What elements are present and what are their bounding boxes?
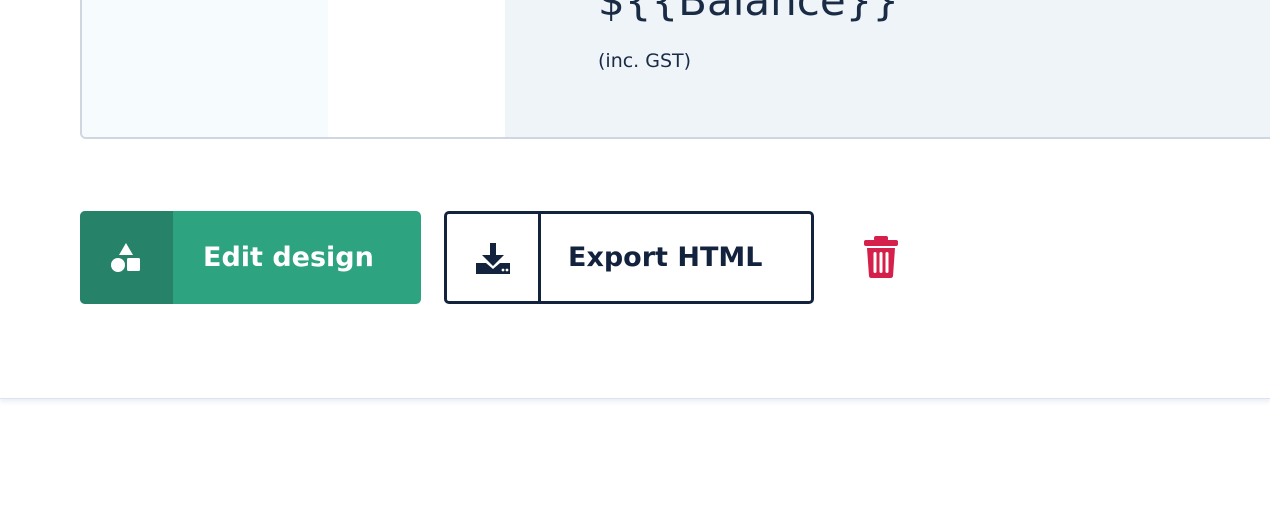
preview-column-left	[82, 0, 328, 137]
preview-column-middle	[328, 0, 505, 137]
export-html-button[interactable]: Export HTML	[444, 211, 814, 304]
edit-design-button[interactable]: Edit design	[80, 211, 421, 304]
delete-button[interactable]	[858, 233, 904, 281]
export-html-icon-box	[447, 214, 541, 301]
balance-value: ${{Balance}}	[598, 0, 900, 25]
download-icon	[476, 243, 510, 274]
preview-column-right: ${{Balance}} (inc. GST)	[505, 0, 1270, 137]
export-html-label: Export HTML	[568, 242, 763, 273]
trash-icon	[864, 236, 898, 278]
shapes-icon	[111, 243, 140, 272]
edit-design-icon-box	[80, 211, 173, 304]
balance-note: (inc. GST)	[598, 50, 692, 72]
template-preview: ${{Balance}} (inc. GST)	[80, 0, 1270, 139]
edit-design-label: Edit design	[203, 242, 374, 273]
template-card: ${{Balance}} (inc. GST) Edit design Expo…	[0, 0, 1270, 399]
